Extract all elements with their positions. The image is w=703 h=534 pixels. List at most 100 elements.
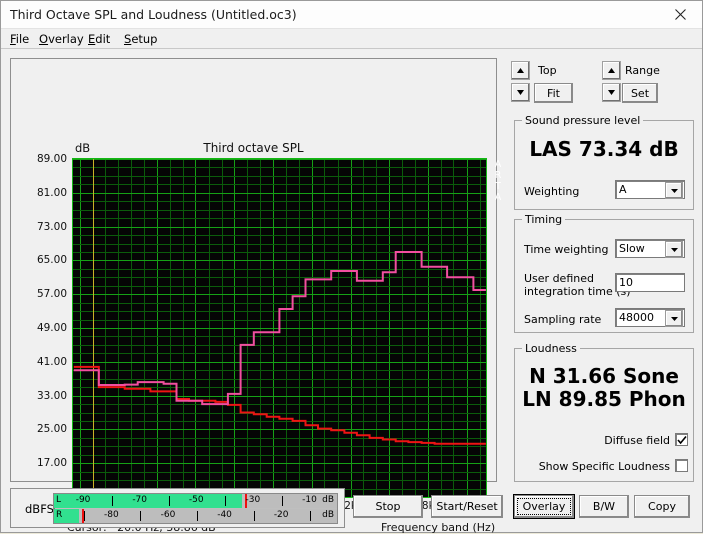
diffuse-field-checkbox[interactable] [675, 433, 688, 446]
sound-pressure-level-title: Sound pressure level [522, 114, 644, 127]
range-spinner[interactable] [602, 61, 621, 102]
meter-tick-mark [196, 511, 198, 521]
meter-tick-mark [225, 496, 227, 506]
chart-curves [73, 251, 486, 445]
meter-tick-label: -80 [104, 510, 119, 520]
menu-label: Edit [88, 32, 111, 46]
y-axis-tick-label: 65.00 [36, 254, 67, 267]
level-meter-left: L -90 -70 -50 -30 -10 dB [54, 494, 337, 508]
top-spinner[interactable] [511, 61, 530, 102]
meter-tick-mark [281, 496, 283, 506]
menu-item-setup[interactable]: Setup [124, 32, 158, 46]
meter-tick-label: -90 [75, 495, 91, 505]
top-spinner-down-icon[interactable] [511, 83, 530, 102]
meter-tick-label: -40 [217, 510, 232, 520]
meter-tick-mark [168, 496, 170, 506]
chart-title: Third octave SPL [203, 141, 304, 155]
meter-tick-label: -10 [302, 495, 317, 505]
spl-value: LAS 73.34 dB [529, 137, 679, 161]
meter-unit-label: dB [322, 510, 334, 520]
y-axis-tick-label: 33.00 [36, 389, 67, 402]
loudness-title: Loudness [522, 342, 580, 355]
y-axis-tick-label: 49.00 [36, 322, 67, 334]
loudness-phon-value: LN 89.85 Phon [522, 387, 686, 411]
start-reset-button[interactable]: Start/Reset [431, 495, 503, 518]
y-axis-tick-label: 89.00 [36, 153, 67, 165]
chevron-down-icon[interactable] [665, 182, 683, 199]
set-button[interactable]: Set [622, 83, 658, 103]
application-window: Third Octave SPL and Loudness (Untitled.… [0, 0, 703, 534]
meter-tick-mark [310, 511, 312, 521]
start-reset-button-label: Start/Reset [436, 500, 498, 513]
y-axis-tick-label: 73.00 [36, 220, 67, 233]
window-title: Third Octave SPL and Loudness (Untitled.… [10, 7, 297, 22]
dbfs-label: dBFS [25, 502, 54, 516]
stop-button[interactable]: Stop [353, 495, 423, 518]
time-weighting-value: Slow [619, 242, 645, 255]
check-icon [677, 435, 687, 445]
diffuse-field-label: Diffuse field [604, 434, 670, 447]
top-spinner-up-icon[interactable] [511, 61, 530, 80]
time-weighting-label: Time weighting [524, 243, 609, 256]
menu-label: Setup [124, 32, 158, 46]
y-axis-tick-label: 25.00 [36, 423, 67, 436]
meter-tick-label: -70 [132, 495, 148, 505]
meter-tick-label: -60 [160, 510, 176, 520]
title-bar: Third Octave SPL and Loudness (Untitled.… [1, 1, 702, 29]
overlay-button-label: Overlay [516, 498, 572, 515]
meter-tick-mark [83, 511, 85, 521]
series-third-octave-spl [73, 251, 486, 406]
weighting-label: Weighting [524, 185, 580, 198]
weighting-select[interactable]: A [615, 180, 685, 199]
set-button-label: Set [630, 86, 650, 100]
meter-channel-label: R [56, 510, 63, 520]
integration-time-input[interactable]: 10 [615, 273, 685, 292]
menu-label: File [10, 32, 30, 46]
series-overlay [73, 365, 486, 445]
plot-area[interactable] [73, 159, 486, 497]
range-spinner-down-icon[interactable] [602, 83, 621, 102]
menu-item-overlay[interactable]: Overlay [39, 32, 84, 46]
level-meter-right: R -80 -60 -40 -20 dB [54, 509, 337, 523]
x-axis-title: Frequency band (Hz) [381, 521, 496, 534]
sampling-rate-select[interactable]: 48000 [615, 308, 685, 327]
fit-button-label: Fit [547, 86, 560, 100]
range-spinner-up-icon[interactable] [602, 61, 621, 80]
bw-button-label: B/W [592, 500, 616, 513]
menu-item-file[interactable]: File [10, 32, 29, 46]
integration-time-value: 10 [619, 276, 633, 289]
bw-button[interactable]: B/W [579, 495, 629, 518]
chevron-down-icon[interactable] [665, 241, 683, 258]
meter-tick-mark [253, 511, 255, 521]
meter-tick-label: -50 [188, 495, 204, 505]
meter-channel-label: L [56, 495, 62, 505]
y-axis-tick-label: 41.00 [36, 355, 67, 368]
meter-tick-mark [112, 496, 113, 506]
meter-tick-label: -30 [245, 495, 261, 505]
level-meter-panel: dBFS L -90 -70 -50 -30 -10 dB R -80 -60 -40 -20 dB [10, 488, 345, 528]
loudness-sone-value: N 31.66 Sone [529, 364, 679, 388]
meter-tick-mark [140, 511, 142, 521]
menu-bar: File Overlay Edit Setup [1, 29, 702, 49]
range-label: Range [625, 64, 660, 77]
top-label: Top [538, 64, 557, 77]
copy-button[interactable]: Copy [634, 495, 690, 518]
overlay-button[interactable]: Overlay [514, 495, 574, 518]
fit-button[interactable]: Fit [534, 83, 573, 103]
close-icon[interactable] [658, 1, 702, 28]
graph-panel: dB Third octave SPL 89.00 81.00 73.00 65.00… [10, 58, 501, 534]
y-axis-tick-label: 81.00 [36, 186, 67, 199]
menu-label: Overlay [39, 32, 84, 46]
y-axis-tick-label: 17.00 [36, 457, 67, 470]
y-axis-tick-label: 57.00 [36, 288, 67, 301]
level-meters: L -90 -70 -50 -30 -10 dB R -80 -60 -40 -20 dB [53, 493, 338, 524]
sampling-rate-value: 48000 [619, 311, 654, 324]
meter-tick-label: -20 [273, 510, 289, 520]
menu-item-edit[interactable]: Edit [88, 32, 110, 46]
arta-watermark: ARTA [494, 159, 502, 203]
specific-loudness-checkbox[interactable] [675, 459, 688, 472]
weighting-value: A [619, 183, 627, 196]
chevron-down-icon[interactable] [665, 310, 683, 327]
time-weighting-select[interactable]: Slow [615, 239, 685, 258]
timing-title: Timing [522, 213, 566, 226]
